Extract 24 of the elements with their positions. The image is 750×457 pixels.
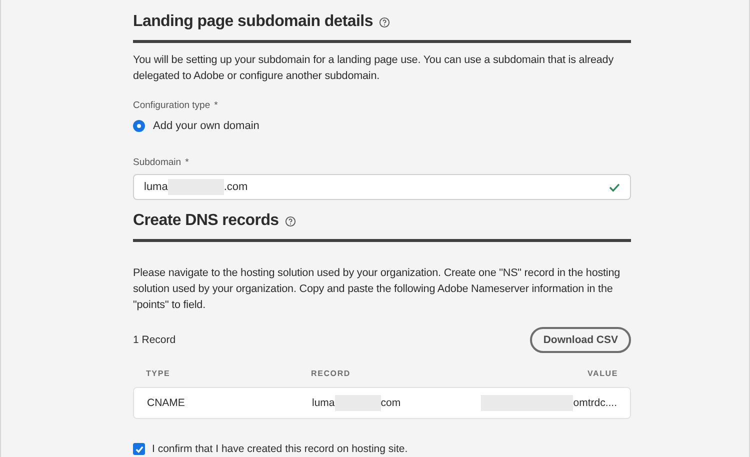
checkbox[interactable] <box>133 443 145 455</box>
field-label: Subdomain <box>133 156 182 168</box>
record-count: 1 Record <box>133 334 176 346</box>
required-mark: * <box>185 156 189 168</box>
section-title: Landing page subdomain details <box>133 13 373 31</box>
radio-label: Add your own domain <box>153 120 260 132</box>
column-header: VALUE <box>586 368 618 378</box>
description-text: You will be setting up your subdomain for a landing page use. You can use a subdomain that is already delegated to Adobe or configure another subdomain. <box>133 53 614 84</box>
table-cell: luma <box>312 397 335 409</box>
checkbox-label: I confirm that I have created this record on hosting site. <box>152 443 408 455</box>
table-cell: com <box>380 397 401 409</box>
radio-button[interactable] <box>133 120 145 132</box>
field-label: Configuration type <box>133 100 210 110</box>
table-cell: omtrdc.... <box>573 397 617 409</box>
help-icon[interactable] <box>284 216 296 226</box>
column-header: RECORD <box>311 368 352 378</box>
download-csv-button[interactable]: Download CSV <box>530 327 631 353</box>
section-title: Create DNS records <box>133 212 279 230</box>
help-icon[interactable] <box>378 16 390 28</box>
subdomain-field[interactable]: luma .com <box>133 174 631 200</box>
table-cell-text: CNAME <box>147 397 186 409</box>
required-mark: * <box>214 100 218 110</box>
column-header: TYPE <box>146 368 172 378</box>
description-text: Please navigate to the hosting solution used by your organization. Create one "NS" record in the hosting solution used by your organization. Copy and paste the following Adobe Nameserver information in the "points" to field. <box>133 266 622 313</box>
